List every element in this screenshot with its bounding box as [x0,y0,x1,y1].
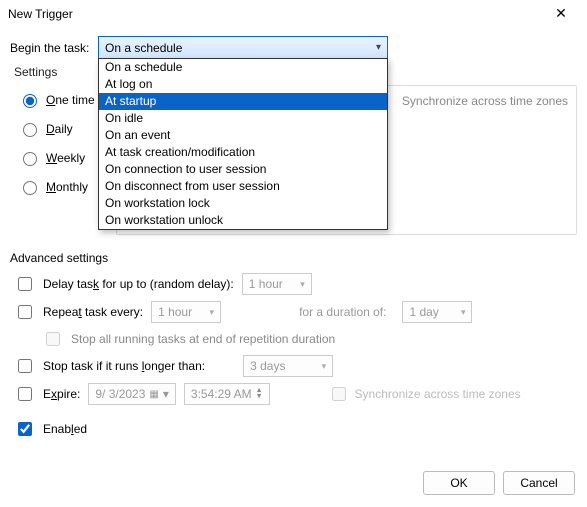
dropdown-option[interactable]: On workstation lock [99,195,387,212]
expire-time-value: 3:54:29 AM [191,387,252,401]
radio-weekly-input[interactable] [23,152,37,166]
radio-monthly-input[interactable] [23,181,37,195]
expire-row: Expire: 9/ 3/2023 ▦ ▾ 3:54:29 AM ▲▼ Sync… [10,383,577,405]
dropdown-option[interactable]: At startup [99,93,387,110]
begin-task-selected[interactable]: On a schedule ▾ [98,36,388,59]
stop-all-label: Stop all running tasks at end of repetit… [71,332,335,346]
repeat-checkbox[interactable] [18,305,32,319]
expire-date-value: 9/ 3/2023 [95,387,145,401]
chevron-down-icon: ▾ [376,42,381,53]
delay-row: Delay task for up to (random delay): 1 h… [10,273,577,295]
delay-checkbox[interactable] [18,277,32,291]
dialog-footer: OK Cancel [423,471,575,495]
dropdown-option[interactable]: At task creation/modification [99,144,387,161]
repeat-label: Repeat task every: [43,305,143,319]
ok-button[interactable]: OK [423,471,495,495]
chevron-down-icon: ▾ [300,279,305,290]
radio-weekly-label: Weekly [46,151,85,165]
stop-if-checkbox[interactable] [18,359,32,373]
expire-date-picker[interactable]: 9/ 3/2023 ▦ ▾ [88,383,176,405]
begin-task-combo[interactable]: On a schedule ▾ On a scheduleAt log onAt… [98,36,388,59]
dropdown-option[interactable]: On an event [99,127,387,144]
radio-one-time[interactable]: One time [18,91,106,108]
radio-monthly[interactable]: Monthly [18,178,106,195]
radio-daily-input[interactable] [23,123,37,137]
radio-daily[interactable]: Daily [18,120,106,137]
begin-task-label: Begin the task: [10,41,90,55]
spinner-icon: ▲▼ [256,388,263,400]
expire-checkbox[interactable] [18,387,32,401]
chevron-down-icon: ▾ [210,307,215,318]
calendar-icon: ▦ [149,389,158,400]
enabled-label: Enabled [43,422,87,436]
close-button[interactable]: ✕ [543,2,579,26]
enabled-checkbox[interactable] [18,422,32,436]
chevron-down-icon: ▾ [461,307,466,318]
stop-all-checkbox [46,332,60,346]
repeat-duration-label: for a duration of: [299,305,386,319]
title-bar: New Trigger ✕ [0,0,587,28]
expire-sync-checkbox [332,387,346,401]
repeat-interval-value: 1 hour [158,305,192,319]
radio-daily-label: Daily [46,122,73,136]
frequency-radio-group: One time Daily Weekly Monthly [10,85,106,235]
dropdown-option[interactable]: On disconnect from user session [99,178,387,195]
begin-task-dropdown: On a scheduleAt log onAt startupOn idleO… [98,58,388,230]
repeat-duration-value: 1 day [409,305,438,319]
chevron-down-icon: ▾ [163,387,169,401]
sync-timezones-label: Synchronize across time zones [402,94,568,108]
expire-time-picker[interactable]: 3:54:29 AM ▲▼ [184,383,270,405]
dropdown-option[interactable]: At log on [99,76,387,93]
window-title: New Trigger [8,7,73,21]
radio-one-time-label: One time [46,93,95,107]
advanced-settings-label: Advanced settings [10,251,577,265]
stop-if-row: Stop task if it runs longer than: 3 days… [10,355,577,377]
begin-task-value: On a schedule [105,41,182,55]
cancel-button[interactable]: Cancel [503,471,575,495]
chevron-down-icon: ▾ [322,361,327,372]
expire-sync-group: Synchronize across time zones [328,384,521,404]
stop-if-combo[interactable]: 3 days ▾ [243,355,333,377]
radio-monthly-label: Monthly [46,180,88,194]
delay-value: 1 hour [249,277,283,291]
expire-sync-label: Synchronize across time zones [355,387,521,401]
stop-if-label: Stop task if it runs longer than: [43,359,205,373]
repeat-duration-combo[interactable]: 1 day ▾ [402,301,472,323]
delay-combo[interactable]: 1 hour ▾ [242,273,312,295]
stop-if-value: 3 days [250,359,285,373]
dropdown-option[interactable]: On workstation unlock [99,212,387,229]
dropdown-option[interactable]: On a schedule [99,59,387,76]
delay-label: Delay task for up to (random delay): [43,277,234,291]
radio-one-time-input[interactable] [23,94,37,108]
dropdown-option[interactable]: On connection to user session [99,161,387,178]
repeat-row: Repeat task every: 1 hour ▾ for a durati… [10,301,577,323]
radio-weekly[interactable]: Weekly [18,149,106,166]
enabled-row: Enabled [10,419,577,439]
expire-label: Expire: [43,387,80,401]
repeat-interval-combo[interactable]: 1 hour ▾ [151,301,221,323]
stop-all-row: Stop all running tasks at end of repetit… [38,329,577,349]
dropdown-option[interactable]: On idle [99,110,387,127]
